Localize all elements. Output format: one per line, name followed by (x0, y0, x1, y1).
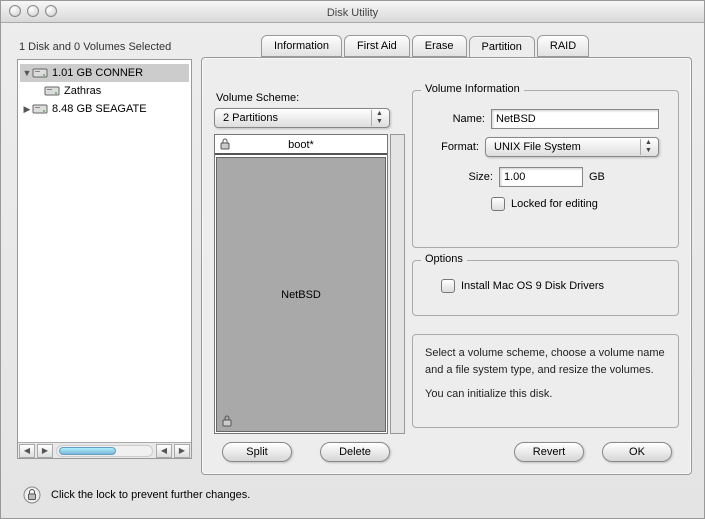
size-row: Size: GB (445, 167, 605, 187)
delete-button[interactable]: Delete (320, 442, 390, 462)
tab-partition[interactable]: Partition (469, 36, 535, 58)
window-controls (9, 5, 57, 17)
scroll-right-icon[interactable]: ▶ (174, 444, 190, 458)
disclosure-triangle-icon[interactable]: ▼ (22, 68, 32, 78)
content-area: 1 Disk and 0 Volumes Selected Informatio… (1, 23, 704, 518)
minimize-icon[interactable] (27, 5, 39, 17)
lock-icon[interactable] (23, 486, 41, 504)
name-row: Name: (437, 109, 659, 129)
selection-status: 1 Disk and 0 Volumes Selected (19, 41, 171, 53)
sidebar-scrollbar[interactable]: ◀ ▶ ◀ ▶ (18, 442, 191, 458)
disclosure-triangle-icon[interactable]: ▶ (22, 104, 32, 115)
tab-information[interactable]: Information (261, 35, 342, 57)
volume-scheme-label: Volume Scheme: (216, 92, 299, 104)
locked-row: Locked for editing (491, 197, 598, 211)
disk-row-seagate[interactable]: ▶ 8.48 GB SEAGATE (20, 100, 189, 118)
disk-sidebar: ▼ 1.01 GB CONNER Zathras ▶ (17, 59, 192, 459)
partition-map[interactable]: boot* NetBSD (214, 134, 388, 434)
help-line2: You can initialize this disk. (425, 386, 666, 403)
mac9-label: Install Mac OS 9 Disk Drivers (461, 280, 604, 292)
partition-netbsd[interactable]: NetBSD (216, 157, 386, 432)
disk-tree: ▼ 1.01 GB CONNER Zathras ▶ (18, 60, 191, 122)
disk-utility-window: Disk Utility 1 Disk and 0 Volumes Select… (0, 0, 705, 519)
locked-label: Locked for editing (511, 198, 598, 210)
lock-icon (219, 138, 231, 150)
split-button[interactable]: Split (222, 442, 292, 462)
volume-scheme-select[interactable]: 2 Partitions ▲▼ (214, 108, 390, 128)
tab-bar: Information First Aid Erase Partition RA… (261, 35, 591, 57)
volume-label: Zathras (64, 85, 101, 97)
format-value: UNIX File System (494, 141, 581, 153)
ok-button[interactable]: OK (602, 442, 672, 462)
close-icon[interactable] (9, 5, 21, 17)
format-label: Format: (431, 141, 479, 153)
popup-arrows-icon: ▲▼ (640, 139, 656, 155)
volume-scheme-value: 2 Partitions (223, 112, 278, 124)
volume-row-zathras[interactable]: Zathras (20, 82, 189, 100)
partition-boot-label: boot* (288, 139, 314, 151)
window-title: Disk Utility (327, 7, 378, 19)
disk-row-conner[interactable]: ▼ 1.01 GB CONNER (20, 64, 189, 82)
partition-map-scrollbar[interactable] (390, 134, 405, 434)
disk-label: 1.01 GB CONNER (52, 67, 143, 79)
hard-disk-icon (44, 84, 60, 98)
volume-name-input[interactable] (491, 109, 659, 129)
help-line1: Select a volume scheme, choose a volume … (425, 345, 666, 378)
format-select[interactable]: UNIX File System ▲▼ (485, 137, 659, 157)
volume-information-group: Volume Information Name: Format: UNIX Fi… (412, 90, 679, 248)
tab-first-aid[interactable]: First Aid (344, 35, 410, 57)
scroll-track[interactable] (56, 445, 153, 457)
partition-netbsd-label: NetBSD (281, 289, 321, 301)
zoom-icon[interactable] (45, 5, 57, 17)
popup-arrows-icon: ▲▼ (371, 110, 387, 126)
scroll-left-icon[interactable]: ◀ (19, 444, 35, 458)
hard-disk-icon (32, 102, 48, 116)
scroll-left-icon[interactable]: ◀ (156, 444, 172, 458)
partition-panel: Volume Scheme: 2 Partitions ▲▼ boot* Net… (201, 57, 692, 475)
revert-button[interactable]: Revert (514, 442, 584, 462)
disk-label: 8.48 GB SEAGATE (52, 103, 147, 115)
hard-disk-icon (32, 66, 48, 80)
tab-raid[interactable]: RAID (537, 35, 589, 57)
size-label: Size: (445, 171, 493, 183)
scroll-thumb[interactable] (59, 447, 116, 455)
mac9-checkbox[interactable] (441, 279, 455, 293)
tab-erase[interactable]: Erase (412, 35, 467, 57)
mac9-row: Install Mac OS 9 Disk Drivers (441, 279, 604, 293)
size-unit: GB (589, 171, 605, 183)
lock-footer-text: Click the lock to prevent further change… (51, 489, 250, 501)
titlebar[interactable]: Disk Utility (1, 1, 704, 23)
options-title: Options (421, 253, 467, 265)
volume-information-title: Volume Information (421, 83, 524, 95)
options-group: Options Install Mac OS 9 Disk Drivers (412, 260, 679, 316)
help-text-group: Select a volume scheme, choose a volume … (412, 334, 679, 428)
volume-size-input[interactable] (499, 167, 583, 187)
name-label: Name: (437, 113, 485, 125)
lock-footer: Click the lock to prevent further change… (23, 486, 250, 504)
scroll-right-icon[interactable]: ▶ (37, 444, 53, 458)
lock-icon (221, 415, 233, 427)
locked-checkbox[interactable] (491, 197, 505, 211)
format-row: Format: UNIX File System ▲▼ (431, 137, 659, 157)
partition-boot[interactable]: boot* (215, 135, 387, 155)
